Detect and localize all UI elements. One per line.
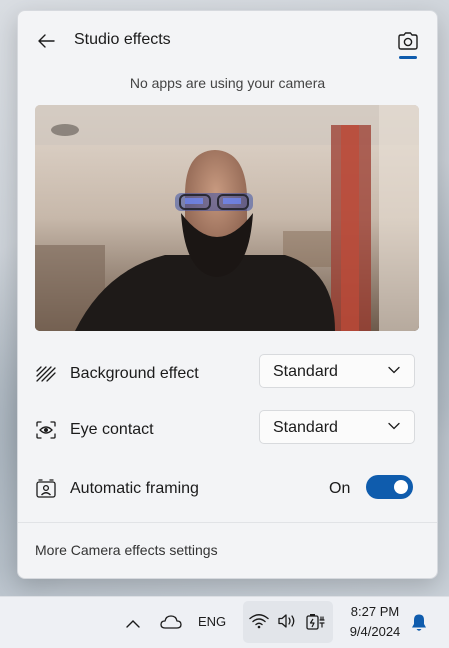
cloud-icon [160,615,182,629]
automatic-framing-state: On [329,480,351,497]
onedrive-button[interactable] [159,612,183,632]
clock-time[interactable]: 8:27 PM [340,604,410,619]
eye-contact-row: Eye contact Standard [18,410,437,450]
camera-button[interactable] [394,27,422,55]
footer-divider [18,522,437,523]
chevron-down-icon [388,366,400,374]
background-effect-dropdown[interactable]: Standard [259,354,415,388]
eye-contact-dropdown[interactable]: Standard [259,410,415,444]
background-effect-value: Standard [273,363,338,380]
volume-icon [278,614,295,628]
back-button[interactable] [32,27,60,55]
more-camera-effects-link[interactable]: More Camera effects settings [35,542,218,558]
language-indicator[interactable]: ENG [198,614,226,629]
flyout-title: Studio effects [74,31,171,48]
eye-contact-icon [35,420,57,440]
background-effect-label: Background effect [70,365,199,382]
show-hidden-icons-button[interactable] [124,614,142,632]
bell-icon [412,614,426,631]
chevron-down-icon [388,422,400,430]
quick-settings-button[interactable] [243,601,333,643]
camera-status-text: No apps are using your camera [129,75,326,91]
notifications-button[interactable] [409,612,429,634]
chevron-up-icon [126,619,140,628]
clock-date[interactable]: 9/4/2024 [340,624,410,639]
eye-contact-label: Eye contact [70,421,154,438]
camera-icon [398,32,418,50]
flyout-header: Studio effects [18,11,437,67]
back-arrow-icon [38,34,55,48]
studio-effects-flyout: Studio effects No apps are using your ca… [17,10,438,579]
background-effect-row: Background effect Standard [18,354,437,394]
background-blur-icon [35,364,57,384]
battery-charging-icon [306,614,325,630]
taskbar: ENG 8:27 PM 9/4/2024 [0,596,449,648]
automatic-framing-toggle[interactable] [366,475,413,499]
toggle-knob [394,480,408,494]
camera-preview [35,105,419,331]
camera-preview-image [35,105,419,331]
camera-active-indicator [399,56,417,59]
auto-framing-icon [35,479,57,499]
automatic-framing-label: Automatic framing [70,480,199,497]
automatic-framing-row: Automatic framing On [18,469,437,509]
wifi-icon [249,614,269,629]
eye-contact-value: Standard [273,419,338,436]
